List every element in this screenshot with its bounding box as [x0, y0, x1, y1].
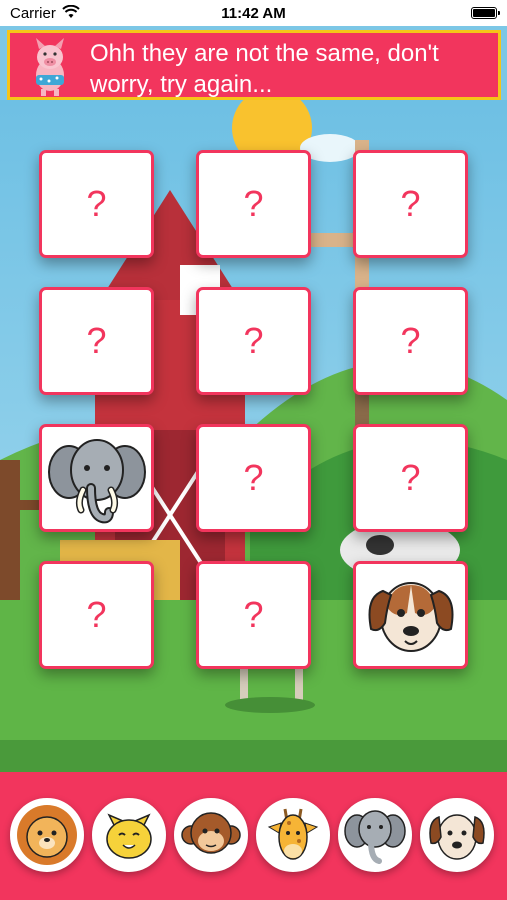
found-slot-giraffe: [256, 798, 330, 872]
memory-card-12-revealed[interactable]: [353, 561, 468, 669]
memory-card-2[interactable]: ?: [196, 150, 311, 258]
memory-card-10[interactable]: ?: [39, 561, 154, 669]
question-mark: ?: [86, 183, 107, 224]
memory-card-1[interactable]: ?: [39, 150, 154, 258]
memory-card-4[interactable]: ?: [39, 287, 154, 395]
battery-icon: [471, 7, 500, 19]
status-bar: Carrier 11:42 AM: [0, 0, 507, 26]
memory-card-9[interactable]: ?: [353, 424, 468, 532]
giraffe-icon: [267, 808, 319, 860]
question-mark: ?: [86, 320, 107, 361]
memory-card-5[interactable]: ?: [196, 287, 311, 395]
clock: 11:42 AM: [221, 5, 286, 22]
found-slot-cat: [92, 798, 166, 872]
question-mark: ?: [243, 183, 264, 224]
lion-icon: [17, 805, 77, 865]
question-mark: ?: [400, 320, 421, 361]
question-mark: ?: [400, 457, 421, 498]
memory-card-11[interactable]: ?: [196, 561, 311, 669]
elephant-icon: [344, 810, 406, 864]
memory-card-7-revealed[interactable]: [39, 424, 154, 532]
found-slot-dog: [420, 798, 494, 872]
found-slot-lion: [10, 798, 84, 872]
memory-card-8[interactable]: ?: [196, 424, 311, 532]
found-slot-elephant: [338, 798, 412, 872]
question-mark: ?: [400, 183, 421, 224]
dog-icon: [429, 814, 485, 860]
question-mark: ?: [243, 594, 264, 635]
question-mark: ?: [243, 320, 264, 361]
monkey-icon: [181, 812, 241, 854]
question-mark: ?: [86, 594, 107, 635]
dog-icon: [368, 582, 453, 652]
memory-card-3[interactable]: ?: [353, 150, 468, 258]
message-banner: Ohh they are not the same, don't worry, …: [7, 30, 501, 100]
found-slot-monkey: [174, 798, 248, 872]
elephant-icon: [47, 439, 146, 524]
banner-message: Ohh they are not the same, don't worry, …: [90, 40, 439, 98]
question-mark: ?: [243, 457, 264, 498]
cat-icon: [106, 813, 152, 859]
found-animals-tray: [0, 772, 507, 900]
pig-icon: [36, 38, 64, 96]
memory-card-6[interactable]: ?: [353, 287, 468, 395]
